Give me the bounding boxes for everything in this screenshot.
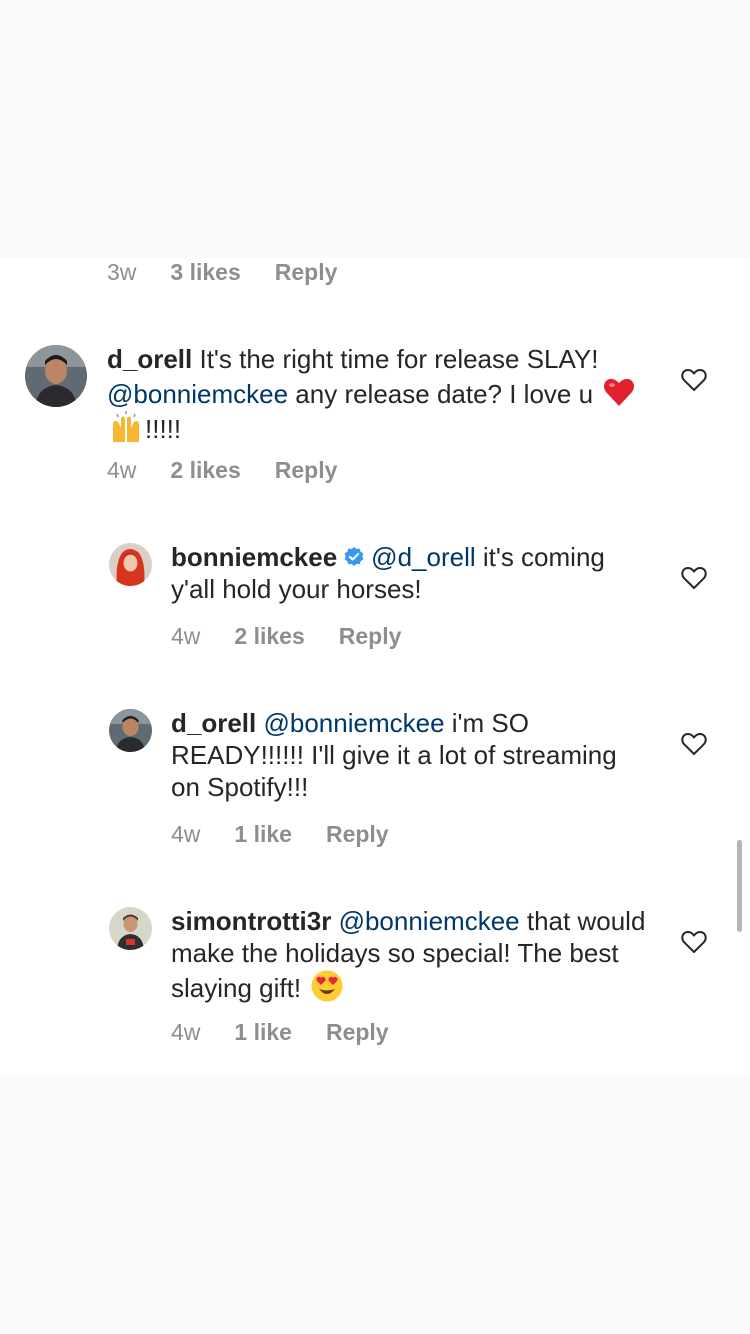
red-heart-emoji [602,375,636,409]
comment-meta: 4w 1 like Reply [171,1018,423,1046]
reply-button[interactable]: Reply [326,1018,389,1046]
likes-count[interactable]: 2 likes [170,456,240,484]
heart-outline-icon[interactable] [681,368,707,392]
mention-link[interactable]: @d_orell [371,542,475,572]
likes-count[interactable]: 1 like [234,1018,292,1046]
comment-username[interactable]: simontrotti3r [171,906,331,936]
likes-count[interactable]: 1 like [234,820,292,848]
heart-outline-icon[interactable] [681,732,707,756]
comment-body: It's the right time for release SLAY! [199,344,599,374]
verified-badge-icon [343,543,365,566]
avatar[interactable] [109,543,152,586]
comment-time: 4w [107,457,137,483]
comment-username[interactable]: d_orell [107,344,192,374]
reply-button[interactable]: Reply [339,622,402,650]
comment-body: any release date? I love u [295,379,594,409]
reply-button[interactable]: Reply [275,456,338,484]
comment-meta: 4w 1 like Reply [171,820,423,848]
reply-text: bonniemckee @d_orell it's coming y'all h… [171,541,641,605]
comment-meta: 3w 3 likes Reply [107,258,371,286]
comment-body: !!!!! [145,414,182,444]
avatar[interactable] [25,345,87,407]
reply-button[interactable]: Reply [326,820,389,848]
mention-link[interactable]: @bonniemckee [263,708,444,738]
raising-hands-emoji [109,410,143,444]
reply-text: simontrotti3r @bonniemckee that would ma… [171,905,646,1004]
comment-time: 3w [107,259,137,285]
scrollbar[interactable] [737,840,742,932]
comment-time: 4w [171,1019,201,1045]
likes-count[interactable]: 3 likes [170,258,240,286]
comment-time: 4w [171,623,201,649]
mention-link[interactable]: @bonniemckee [339,906,520,936]
mention-link[interactable]: @bonniemckee [107,379,288,409]
comment-username[interactable]: bonniemckee [171,542,337,572]
comment-username[interactable]: d_orell [171,708,256,738]
heart-outline-icon[interactable] [681,566,707,590]
likes-count[interactable]: 2 likes [234,622,304,650]
reply-button[interactable]: Reply [275,258,338,286]
comment-meta: 4w 2 likes Reply [171,622,435,650]
comment-meta: 4w 2 likes Reply [107,456,371,484]
avatar[interactable] [109,709,152,752]
heart-outline-icon[interactable] [681,930,707,954]
reply-text: d_orell @bonniemckee i'm SO READY!!!!!! … [171,707,641,803]
comment-time: 4w [171,821,201,847]
heart-eyes-emoji [310,969,344,1003]
avatar[interactable] [109,907,152,950]
comment-text: d_orell It's the right time for release … [107,343,652,445]
